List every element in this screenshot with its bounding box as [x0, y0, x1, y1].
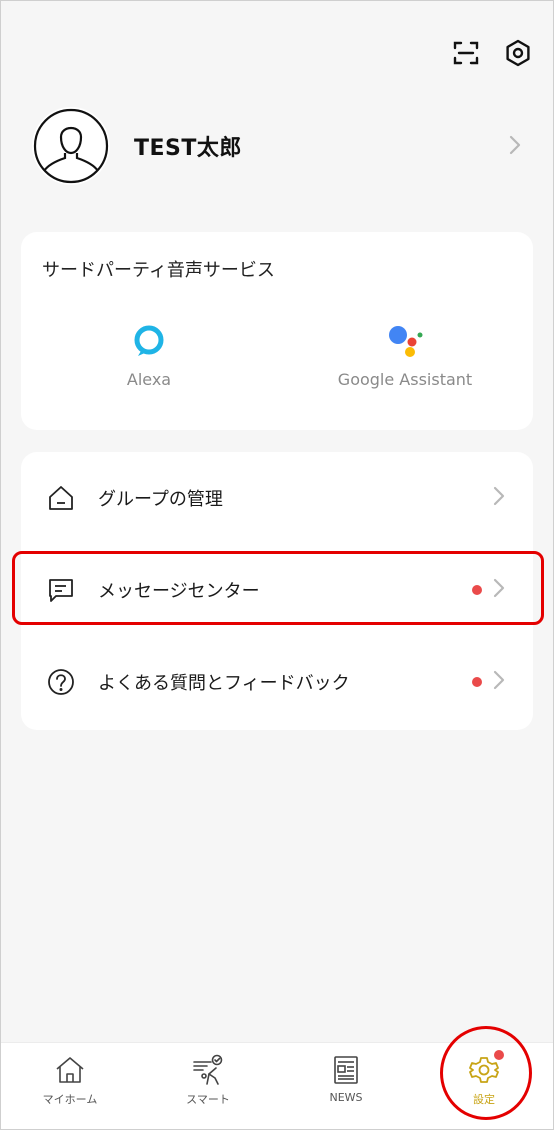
- hexagon-settings-icon[interactable]: [503, 38, 533, 68]
- menu-item-label: よくある質問とフィードバック: [98, 673, 350, 694]
- alexa-icon: [39, 322, 259, 360]
- news-icon: [332, 1053, 360, 1087]
- alexa-service[interactable]: Alexa: [39, 322, 259, 389]
- tab-label: NEWS: [329, 1091, 363, 1104]
- notification-badge: [472, 677, 482, 687]
- tab-my-home[interactable]: マイホーム: [1, 1043, 139, 1130]
- tab-news[interactable]: NEWS: [277, 1043, 415, 1130]
- chevron-right-icon: [492, 485, 506, 511]
- highlight-annotation-rect: [12, 551, 544, 625]
- menu-item-faq-feedback[interactable]: よくある質問とフィードバック: [21, 636, 533, 728]
- google-assistant-label: Google Assistant: [337, 370, 473, 389]
- tab-label: マイホーム: [42, 1093, 98, 1106]
- menu-item-label: グループの管理: [98, 489, 223, 510]
- chevron-right-icon: [508, 134, 522, 160]
- voice-services-title: サードパーティ音声サービス: [42, 260, 275, 281]
- person-avatar-icon: [32, 107, 110, 185]
- voice-services-card: サードパーティ音声サービス Alexa Google Assistant: [21, 232, 533, 430]
- alexa-label: Alexa: [126, 370, 172, 389]
- chevron-right-icon: [492, 669, 506, 695]
- home-icon: [47, 484, 75, 512]
- tab-label: スマート: [186, 1093, 230, 1106]
- home-icon: [54, 1053, 86, 1087]
- tab-smart[interactable]: スマート: [139, 1043, 277, 1130]
- highlight-annotation-circle: [440, 1026, 532, 1120]
- google-assistant-service[interactable]: Google Assistant: [295, 322, 515, 389]
- help-icon: [47, 668, 75, 696]
- profile-row[interactable]: TEST太郎: [32, 106, 532, 186]
- menu-item-group-management[interactable]: グループの管理: [21, 452, 533, 544]
- google-assistant-icon: [295, 322, 515, 360]
- scan-icon[interactable]: [451, 38, 481, 68]
- profile-name: TEST太郎: [134, 136, 242, 161]
- smart-icon: [191, 1053, 225, 1087]
